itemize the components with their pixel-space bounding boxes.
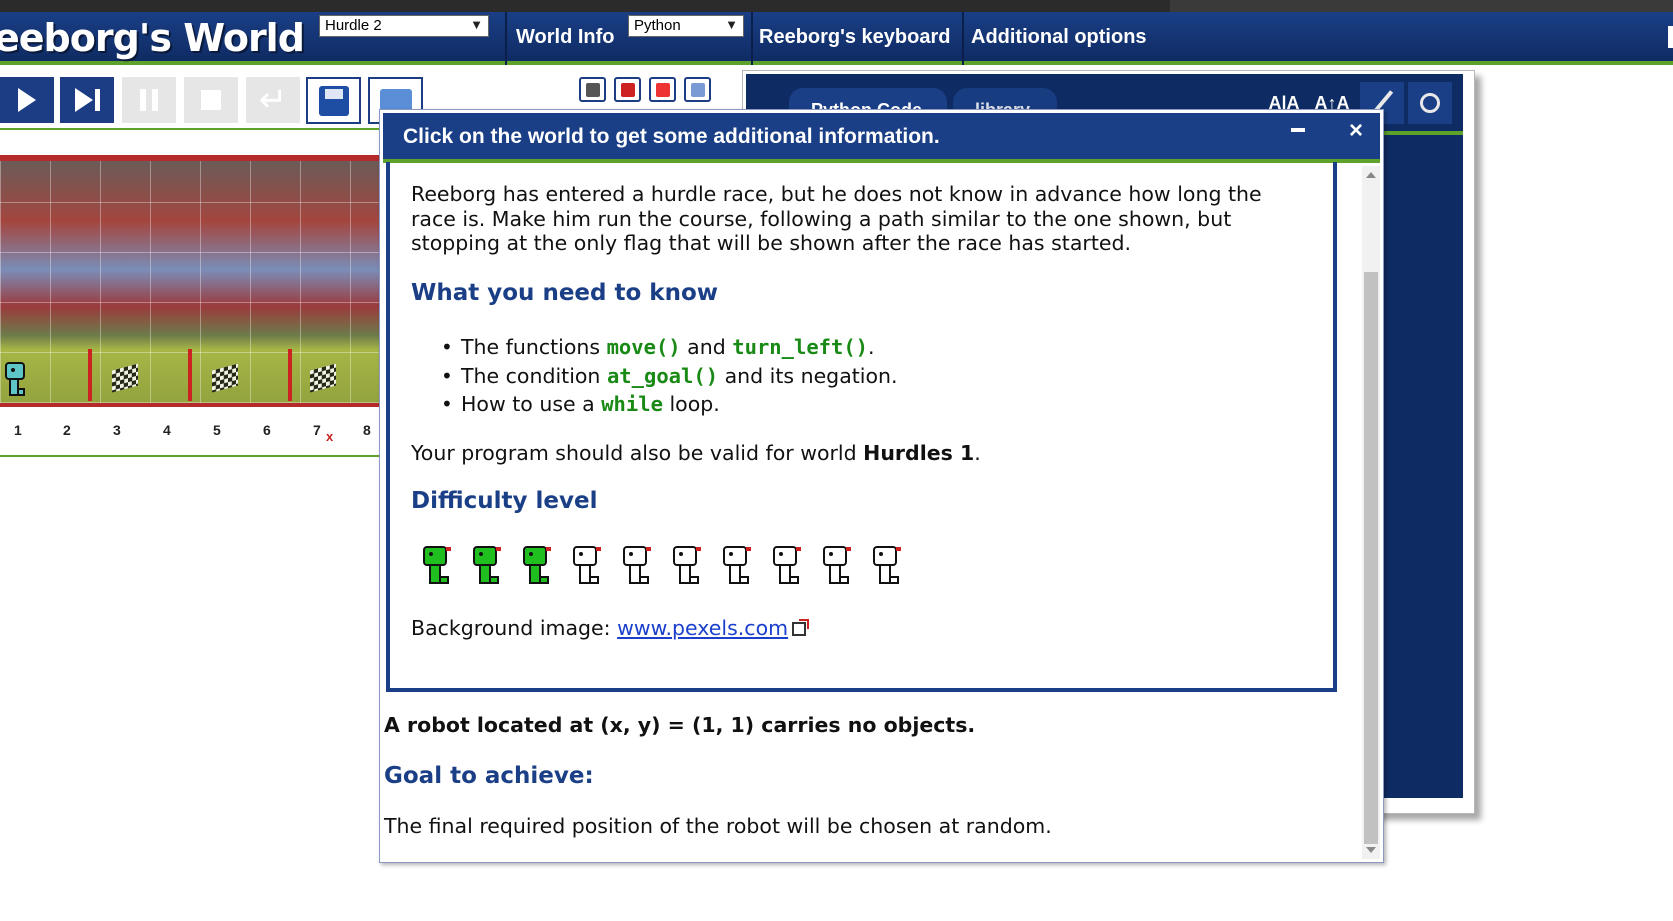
hurdle-wall xyxy=(288,349,292,401)
minimize-icon[interactable] xyxy=(1291,128,1305,132)
robot-status: A robot located at (x, y) = (1, 1) carri… xyxy=(384,713,976,737)
floppy-icon xyxy=(318,85,349,116)
robot-tool-button[interactable] xyxy=(579,77,606,102)
goal-heading: Goal to achieve: xyxy=(384,763,594,789)
difficulty-robot-empty-icon xyxy=(723,546,751,584)
hurdle-wall xyxy=(188,349,192,401)
x-axis-tick: 3 xyxy=(113,422,121,438)
valid-world-text: Your program should also be valid for wo… xyxy=(411,441,981,465)
difficulty-rating xyxy=(420,545,904,587)
scroll-down-icon[interactable] xyxy=(1366,847,1376,853)
browser-chrome xyxy=(0,0,1673,12)
stop-button[interactable] xyxy=(184,77,238,123)
chevron-down-icon: ▼ xyxy=(725,17,738,32)
wall-icon xyxy=(620,82,635,97)
hurdle-wall xyxy=(88,349,92,401)
play-icon xyxy=(18,88,36,112)
need-to-know-heading: What you need to know xyxy=(411,280,719,306)
dialog-scrollbar[interactable] xyxy=(1362,166,1380,859)
difficulty-robot-filled-icon xyxy=(473,546,501,584)
difficulty-robot-empty-icon xyxy=(773,546,801,584)
additional-options-button[interactable]: Additional options xyxy=(965,12,1153,65)
reload-button[interactable]: ↵ xyxy=(246,77,300,123)
difficulty-robot-empty-icon xyxy=(823,546,851,584)
run-button[interactable] xyxy=(0,77,54,123)
language-select-value: Python xyxy=(634,17,681,34)
header-edge-mark xyxy=(1668,26,1673,48)
difficulty-robot-empty-icon xyxy=(623,546,651,584)
chevron-down-icon: ▼ xyxy=(470,17,483,32)
scroll-thumb[interactable] xyxy=(1364,272,1378,844)
return-icon: ↵ xyxy=(258,81,288,119)
highlight-tool-button[interactable] xyxy=(684,77,711,102)
object-icon xyxy=(655,82,670,97)
x-axis-tick: 6 xyxy=(263,422,271,438)
world-select[interactable]: Hurdle 2 ▼ xyxy=(319,15,489,37)
magnifier-icon xyxy=(1420,93,1440,113)
x-axis-tick: 1 xyxy=(14,422,22,438)
x-axis-tick: 7 xyxy=(313,422,321,438)
scroll-up-icon[interactable] xyxy=(1366,172,1376,178)
goal-text: The final required position of the robot… xyxy=(384,814,1052,838)
description-text: Reeborg has entered a hurdle race, but h… xyxy=(411,182,1262,255)
difficulty-heading: Difficulty level xyxy=(411,488,598,514)
list-item: The condition at_goal() and its negation… xyxy=(441,362,898,391)
language-select[interactable]: Python ▼ xyxy=(628,15,744,37)
external-link-icon xyxy=(792,619,810,636)
world-canvas[interactable] xyxy=(0,155,380,407)
world-select-value: Hurdle 2 xyxy=(325,17,382,34)
x-axis-tick: 5 xyxy=(213,422,221,438)
goal-marker: x xyxy=(326,429,334,444)
difficulty-robot-filled-icon xyxy=(423,546,451,584)
x-axis-tick: 4 xyxy=(163,422,171,438)
need-to-know-list: The functions move() and turn_left(). Th… xyxy=(441,333,898,419)
background-credit: Background image: www.pexels.com xyxy=(411,616,810,640)
robot-icon xyxy=(5,362,25,396)
difficulty-robot-empty-icon xyxy=(873,546,901,584)
x-axis-tick: 2 xyxy=(63,422,71,438)
object-tool-button[interactable] xyxy=(649,77,676,102)
wall-tool-button[interactable] xyxy=(614,77,641,102)
app-logo: eeborg's World xyxy=(0,16,305,60)
keyboard-button[interactable]: Reeborg's keyboard xyxy=(753,12,956,65)
difficulty-robot-empty-icon xyxy=(673,546,701,584)
step-button[interactable] xyxy=(60,77,114,123)
highlight-icon xyxy=(690,82,705,97)
magnifier-button[interactable] xyxy=(1408,82,1452,124)
pexels-link[interactable]: www.pexels.com xyxy=(617,616,788,640)
stop-icon xyxy=(201,90,221,110)
step-icon xyxy=(74,88,100,112)
difficulty-robot-empty-icon xyxy=(573,546,601,584)
list-item: The functions move() and turn_left(). xyxy=(441,333,898,362)
difficulty-robot-filled-icon xyxy=(523,546,551,584)
robot-icon xyxy=(585,82,600,97)
dialog-title: Click on the world to get some additiona… xyxy=(383,113,1380,163)
pause-button[interactable] xyxy=(122,77,176,123)
x-axis-tick: 8 xyxy=(363,422,371,438)
list-item: How to use a while loop. xyxy=(441,390,898,419)
world-info-button[interactable]: World Info xyxy=(510,12,621,65)
close-icon[interactable]: × xyxy=(1349,117,1363,145)
save-world-button[interactable] xyxy=(306,77,361,124)
pause-icon xyxy=(140,89,158,111)
